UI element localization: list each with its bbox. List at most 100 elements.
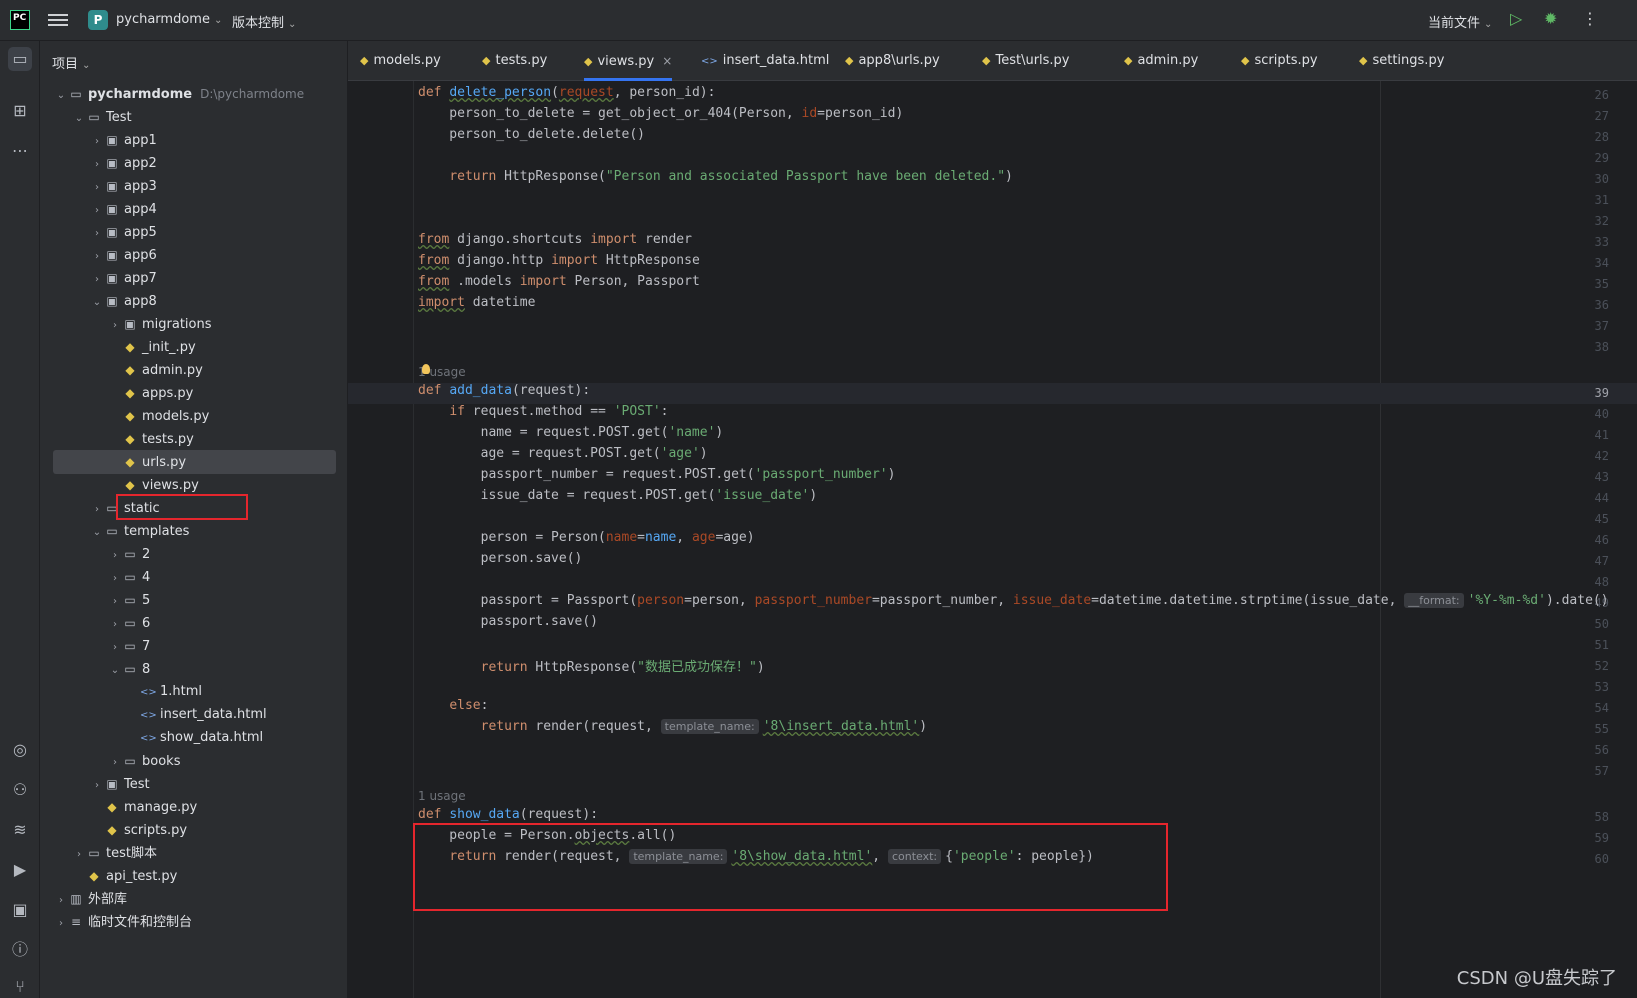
tree-item[interactable]: › ▣ app7	[40, 266, 348, 290]
tree-item[interactable]: ⌄ ▭ pycharmdome D:\pycharmdome	[40, 82, 348, 106]
tree-item[interactable]: › ▥ 外部库	[40, 887, 348, 911]
close-tab-icon[interactable]: ×	[662, 54, 672, 68]
tree-item[interactable]: ⌄ ▭ templates	[40, 519, 348, 543]
project-badge[interactable]: P	[88, 10, 108, 30]
tree-item[interactable]: ◆ models.py	[40, 404, 348, 428]
tree-item[interactable]: › ▣ migrations	[40, 312, 348, 336]
tree-item[interactable]: › ▣ app1	[40, 128, 348, 152]
tree-item[interactable]: ⌄ ▭ 8	[40, 657, 348, 681]
layers-icon[interactable]: ≋	[8, 818, 32, 842]
tree-item[interactable]: <> show_data.html	[40, 726, 348, 750]
debug-icon[interactable]: ✹	[1544, 9, 1557, 28]
tab-insert-data-html[interactable]: <> insert_data.html	[701, 41, 829, 81]
tree-item[interactable]: › ▭ 2	[40, 542, 348, 566]
code-line[interactable]: return HttpResponse("Person and associat…	[418, 169, 1013, 190]
code-line[interactable]: passport = Passport(person=person, passp…	[418, 593, 1609, 614]
package-icon: ▣	[106, 202, 118, 216]
project-switcher[interactable]: pycharmdome ⌄	[116, 12, 222, 27]
chevron-right-icon[interactable]: ›	[54, 912, 68, 936]
vcs-menu[interactable]: 版本控制 ⌄	[232, 12, 296, 31]
git-icon[interactable]: ⑂	[8, 975, 32, 998]
tab-tests-py[interactable]: ◆ tests.py	[482, 41, 547, 81]
code-line[interactable]: from django.http import HttpResponse	[418, 253, 700, 274]
run-icon[interactable]: ▷	[1510, 9, 1522, 28]
code-line[interactable]: person.save()	[418, 551, 583, 572]
html-file-icon: <>	[140, 733, 157, 744]
tree-item[interactable]: › ▣ Test	[40, 772, 348, 796]
more-tools-icon[interactable]: ⋯	[8, 139, 32, 163]
tree-item[interactable]: ◆ admin.py	[40, 358, 348, 382]
code-line[interactable]: from .models import Person, Passport	[418, 274, 700, 295]
watermark: CSDN @U盘失踪了	[1456, 968, 1617, 989]
tree-item[interactable]: ◆ scripts.py	[40, 818, 348, 842]
tab-test-urls-py[interactable]: ◆ Test\urls.py	[982, 41, 1070, 81]
tree-item[interactable]: ◆ urls.py	[53, 450, 336, 474]
tab-views-py[interactable]: ◆ views.py ×	[584, 41, 673, 81]
tree-item[interactable]: › ▣ app3	[40, 174, 348, 198]
services-icon[interactable]: ▶	[8, 858, 32, 882]
tab-app8-urls-py[interactable]: ◆ app8\urls.py	[845, 41, 940, 81]
tree-item[interactable]: ◆ tests.py	[40, 427, 348, 451]
code-line[interactable]: def add_data(request):	[418, 383, 590, 404]
tree-item[interactable]: › ▣ app2	[40, 151, 348, 175]
code-line[interactable]: person = Person(name=name, age=age)	[418, 530, 755, 551]
tree-item[interactable]: › ≡ 临时文件和控制台	[40, 910, 348, 934]
project-folder-icon[interactable]: ▭	[8, 47, 32, 71]
tree-item[interactable]: › ▣ app6	[40, 243, 348, 267]
python-file-icon: ◆	[125, 340, 135, 354]
tab-models-py[interactable]: ◆ models.py	[360, 41, 441, 81]
code-line[interactable]: passport.save()	[418, 614, 598, 635]
tree-item[interactable]: ⌄ ▭ Test	[40, 105, 348, 129]
tree-item[interactable]: › ▭ books	[40, 749, 348, 773]
tree-item[interactable]: ◆ api_test.py	[40, 864, 348, 888]
code-line[interactable]: age = request.POST.get('age')	[418, 446, 708, 467]
tab-settings-py[interactable]: ◆ settings.py	[1359, 41, 1444, 81]
tree-item[interactable]: › ▭ 6	[40, 611, 348, 635]
problems-icon[interactable]: ⓘ	[8, 938, 32, 962]
code-line[interactable]: import datetime	[418, 295, 535, 316]
code-line[interactable]: issue_date = request.POST.get('issue_dat…	[418, 488, 818, 509]
python-console-icon[interactable]: ⚇	[8, 778, 32, 802]
project-panel-header[interactable]: 项目 ⌄	[52, 53, 90, 72]
tab-scripts-py[interactable]: ◆ scripts.py	[1241, 41, 1318, 81]
code-line[interactable]: if request.method == 'POST':	[418, 404, 668, 425]
tree-item[interactable]: › ▭ test脚本	[40, 841, 348, 865]
tree-item[interactable]: ⌄ ▣ app8	[40, 289, 348, 313]
hamburger-menu-icon[interactable]	[48, 11, 68, 29]
code-line[interactable]: person_to_delete = get_object_or_404(Per…	[418, 106, 903, 127]
structure-icon[interactable]: ⊞	[8, 99, 32, 123]
tree-item[interactable]: ◆ manage.py	[40, 795, 348, 819]
tree-item[interactable]: ◆ apps.py	[40, 381, 348, 405]
tree-item[interactable]: › ▭ 5	[40, 588, 348, 612]
project-path-hint: D:\pycharmdome	[200, 87, 305, 101]
code-token: def	[418, 807, 450, 822]
tree-item[interactable]: <> insert_data.html	[40, 703, 348, 727]
ai-assistant-icon[interactable]: ◎	[8, 738, 32, 762]
code-line[interactable]: def delete_person(request, person_id):	[418, 85, 715, 106]
run-config-selector[interactable]: 当前文件 ⌄	[1428, 12, 1492, 31]
tree-item[interactable]: › ▭ 4	[40, 565, 348, 589]
code-line[interactable]: from django.shortcuts import render	[418, 232, 692, 253]
tree-item[interactable]: › ▭ 7	[40, 634, 348, 658]
more-options-icon[interactable]: ⋮	[1582, 9, 1598, 28]
code-line[interactable]: return render(request, template_name: '8\…	[418, 719, 927, 740]
code-line[interactable]: return HttpResponse("数据已成功保存！")	[418, 656, 765, 677]
code-line[interactable]: name = request.POST.get('name')	[418, 425, 724, 446]
tree-item-label: app3	[124, 179, 157, 194]
usage-hint[interactable]: 1 usage	[418, 786, 466, 807]
lightbulb-icon[interactable]	[422, 364, 430, 374]
tree-item[interactable]: › ▣ app4	[40, 197, 348, 221]
code-line[interactable]: passport_number = request.POST.get('pass…	[418, 467, 896, 488]
code-line[interactable]: person_to_delete.delete()	[418, 127, 645, 148]
tree-item[interactable]: › ▣ app5	[40, 220, 348, 244]
tree-item[interactable]: ◆ _init_.py	[40, 335, 348, 359]
code-line[interactable]: else:	[418, 698, 488, 719]
code-token: return	[480, 719, 528, 734]
terminal-icon[interactable]: ▣	[8, 898, 32, 922]
tab-admin-py[interactable]: ◆ admin.py	[1124, 41, 1198, 81]
tree-item[interactable]: <> 1.html	[40, 680, 348, 704]
code-token: )	[699, 446, 708, 461]
python-file-icon: ◆	[1359, 54, 1368, 67]
